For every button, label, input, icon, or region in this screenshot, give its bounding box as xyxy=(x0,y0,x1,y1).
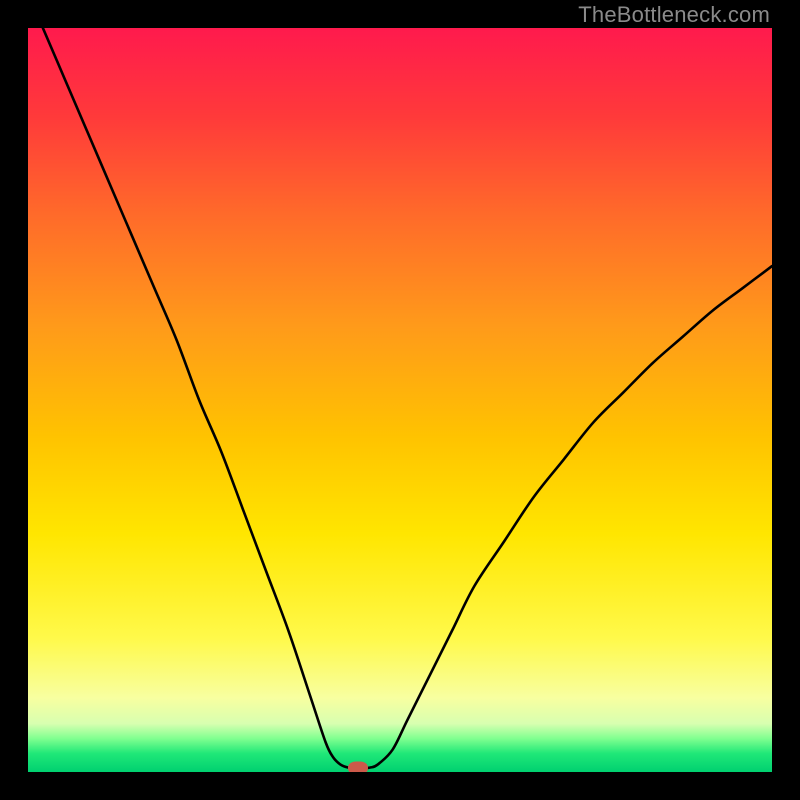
chart-frame: TheBottleneck.com xyxy=(0,0,800,800)
plot-area xyxy=(28,28,772,772)
watermark-text: TheBottleneck.com xyxy=(578,2,770,28)
bottleneck-curve xyxy=(28,28,772,772)
optimal-point-marker xyxy=(348,762,368,772)
